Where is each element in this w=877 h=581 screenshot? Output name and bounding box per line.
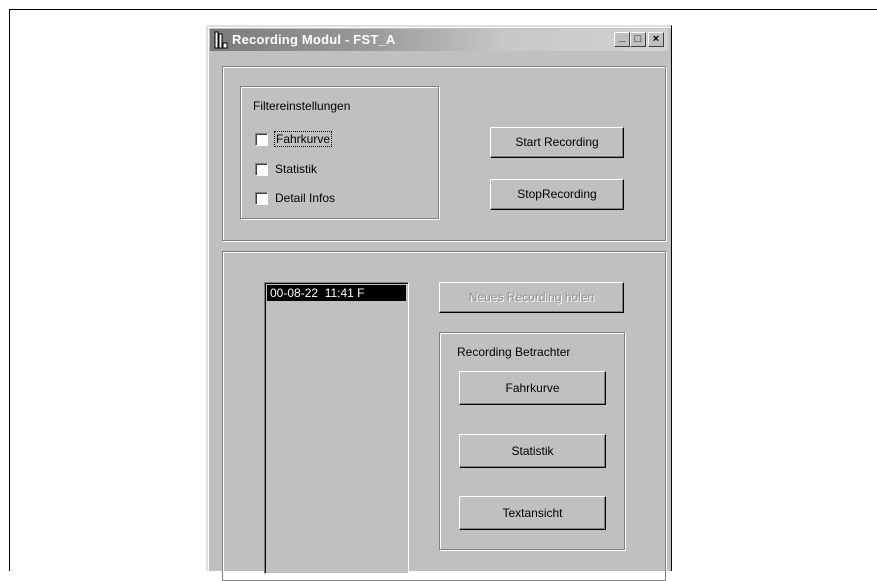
- viewer-fahrkurve-button[interactable]: Fahrkurve: [459, 371, 606, 405]
- start-recording-button[interactable]: Start Recording: [490, 127, 624, 158]
- maximize-button[interactable]: □: [630, 32, 646, 47]
- checkbox-box[interactable]: [255, 133, 268, 146]
- checkbox-label: Detail Infos: [275, 191, 336, 205]
- list-item[interactable]: 00-08-22 11:41 F: [267, 285, 406, 301]
- viewer-textansicht-button[interactable]: Textansicht: [459, 496, 606, 530]
- minimize-button[interactable]: _: [614, 31, 630, 47]
- minimize-icon: _: [618, 31, 626, 43]
- frame-top-line: [9, 9, 877, 10]
- stop-recording-button[interactable]: StopRecording: [490, 179, 624, 210]
- maximize-icon: □: [634, 33, 642, 45]
- app-icon: [214, 31, 228, 49]
- close-button[interactable]: ×: [648, 32, 664, 47]
- checkbox-box[interactable]: [255, 192, 268, 205]
- viewer-group-caption: Recording Betrachter: [457, 345, 571, 359]
- recordings-listbox[interactable]: 00-08-22 11:41 F: [264, 282, 409, 574]
- title-bar[interactable]: Recording Modul - FST_A _ □ ×: [210, 29, 668, 51]
- checkbox-label: Fahrkurve: [273, 131, 333, 147]
- checkbox-statistik[interactable]: Statistik: [255, 162, 405, 179]
- filter-group-caption: Filtereinstellungen: [253, 99, 351, 113]
- frame-left-line: [9, 9, 10, 571]
- checkbox-label: Statistik: [275, 162, 318, 176]
- viewer-statistik-button[interactable]: Statistik: [459, 434, 606, 468]
- checkbox-fahrkurve[interactable]: Fahrkurve: [255, 131, 405, 149]
- upper-panel: Filtereinstellungen Fahrkurve Statistik …: [222, 66, 666, 241]
- window-title: Recording Modul - FST_A: [232, 32, 396, 47]
- close-icon: ×: [652, 33, 660, 45]
- filter-group: Filtereinstellungen Fahrkurve Statistik …: [240, 86, 439, 219]
- checkbox-box[interactable]: [255, 163, 268, 176]
- viewer-group: Recording Betrachter Fahrkurve Statistik…: [439, 332, 625, 550]
- recording-window: Recording Modul - FST_A _ □ × Filtereins…: [206, 25, 672, 581]
- checkbox-detail-infos[interactable]: Detail Infos: [255, 191, 405, 208]
- fetch-recording-button[interactable]: Neues Recording holen: [439, 282, 624, 313]
